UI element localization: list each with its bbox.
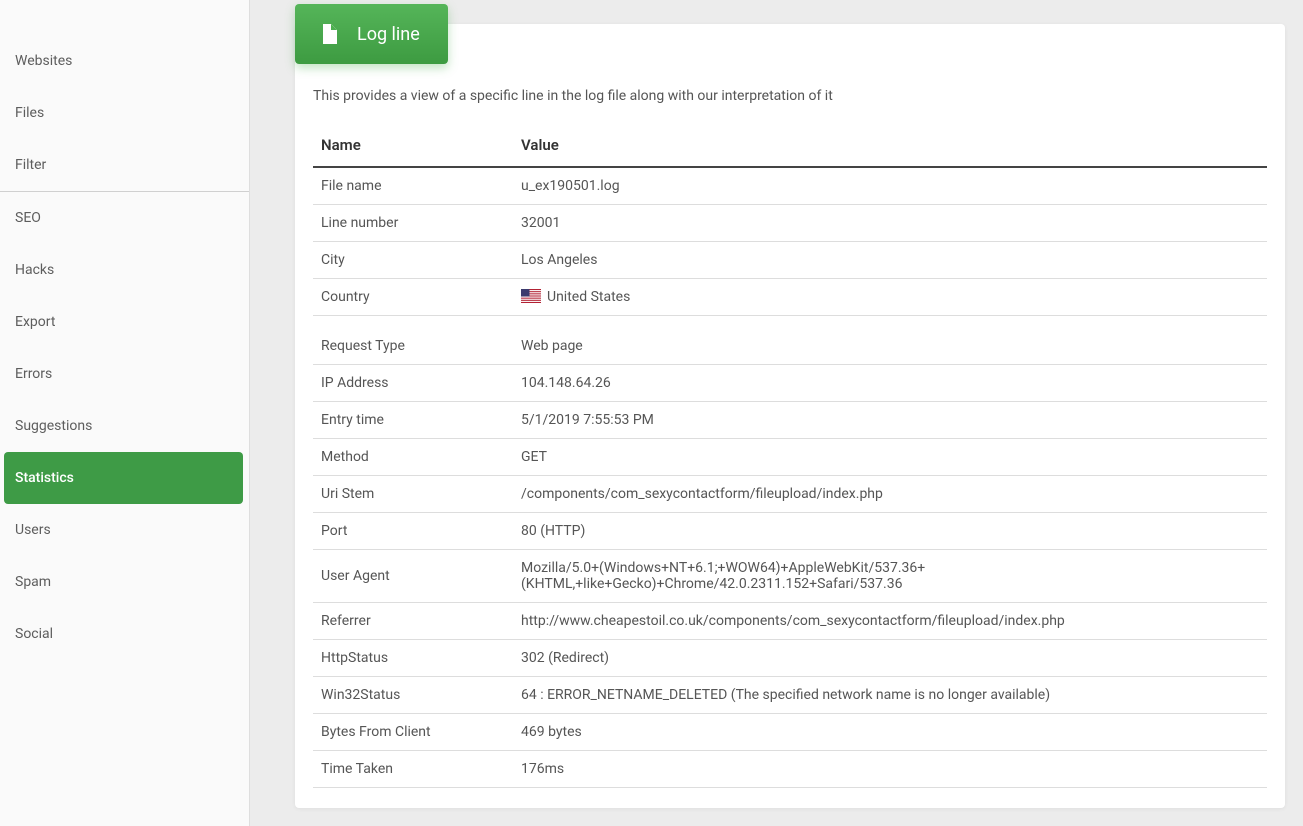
table-row: Country United States (313, 279, 1267, 316)
sidebar-item-label: Users (15, 522, 51, 538)
row-value: 302 (Redirect) (513, 639, 1267, 676)
sidebar-item-suggestions[interactable]: Suggestions (0, 400, 249, 452)
sidebar-item-label: Filter (15, 157, 46, 173)
table-row: IP Address104.148.64.26 (313, 364, 1267, 401)
sidebar: Websites Files Filter SEO Hacks Export Errors S… (0, 0, 250, 826)
row-name: Win32Status (313, 676, 513, 713)
row-value: /components/com_sexycontactform/fileuplo… (513, 475, 1267, 512)
sidebar-item-label: Spam (15, 574, 51, 590)
row-value: Los Angeles (513, 242, 1267, 279)
row-value: 64 : ERROR_NETNAME_DELETED (The specifie… (513, 676, 1267, 713)
row-value: 80 (HTTP) (513, 512, 1267, 549)
row-name: IP Address (313, 364, 513, 401)
table-row: Bytes From Client469 bytes (313, 713, 1267, 750)
sidebar-item-seo[interactable]: SEO (0, 192, 249, 244)
row-value: United States (513, 279, 1267, 316)
row-name: Request Type (313, 328, 513, 365)
sidebar-item-filter[interactable]: Filter (0, 139, 249, 191)
sidebar-item-label: Files (15, 105, 44, 121)
flag-us-icon (521, 289, 541, 303)
row-name: Uri Stem (313, 475, 513, 512)
sidebar-item-label: Suggestions (15, 418, 92, 434)
sidebar-item-label: Statistics (15, 470, 74, 486)
sidebar-item-label: Hacks (15, 262, 54, 278)
table-row: Time Taken176ms (313, 750, 1267, 787)
sidebar-item-spam[interactable]: Spam (0, 556, 249, 608)
table-row: CityLos Angeles (313, 242, 1267, 279)
sidebar-item-label: Errors (15, 366, 52, 382)
row-value: GET (513, 438, 1267, 475)
table-row: Entry time5/1/2019 7:55:53 PM (313, 401, 1267, 438)
sidebar-item-label: SEO (15, 210, 41, 226)
row-name: Country (313, 279, 513, 316)
card-header: Log line (295, 4, 448, 64)
sidebar-item-social[interactable]: Social (0, 608, 249, 660)
table-row: Uri Stem/components/com_sexycontactform/… (313, 475, 1267, 512)
row-value-text: United States (547, 289, 630, 305)
file-icon (317, 22, 341, 46)
table-row: User AgentMozilla/5.0+(Windows+NT+6.1;+W… (313, 549, 1267, 602)
table-row: MethodGET (313, 438, 1267, 475)
row-name: File name (313, 167, 513, 205)
card-title: Log line (357, 24, 420, 45)
card-description: This provides a view of a specific line … (313, 88, 1267, 104)
row-value: 5/1/2019 7:55:53 PM (513, 401, 1267, 438)
table-row: Port80 (HTTP) (313, 512, 1267, 549)
row-name: Referrer (313, 602, 513, 639)
main-content: Log line This provides a view of a speci… (250, 0, 1303, 826)
table-row: Referrerhttp://www.cheapestoil.co.uk/com… (313, 602, 1267, 639)
row-name: HttpStatus (313, 639, 513, 676)
spacer-cell (313, 316, 1267, 328)
table-spacer (313, 316, 1267, 328)
app-root: Websites Files Filter SEO Hacks Export Errors S… (0, 0, 1303, 826)
sidebar-item-files[interactable]: Files (0, 87, 249, 139)
card-body: This provides a view of a specific line … (295, 24, 1285, 808)
sidebar-item-statistics[interactable]: Statistics (4, 452, 243, 504)
sidebar-item-hacks[interactable]: Hacks (0, 244, 249, 296)
log-table: Name Value File nameu_ex190501.logLine n… (313, 124, 1267, 788)
row-name: User Agent (313, 549, 513, 602)
sidebar-item-label: Websites (15, 53, 72, 69)
sidebar-item-export[interactable]: Export (0, 296, 249, 348)
row-name: Entry time (313, 401, 513, 438)
column-name: Name (313, 124, 513, 167)
column-value: Value (513, 124, 1267, 167)
sidebar-item-errors[interactable]: Errors (0, 348, 249, 400)
row-value: 104.148.64.26 (513, 364, 1267, 401)
sidebar-item-label: Social (15, 626, 53, 642)
table-row: File nameu_ex190501.log (313, 167, 1267, 205)
table-row: Line number32001 (313, 205, 1267, 242)
table-row: Win32Status64 : ERROR_NETNAME_DELETED (T… (313, 676, 1267, 713)
sidebar-item-label: Export (15, 314, 55, 330)
row-name: Method (313, 438, 513, 475)
row-value: Mozilla/5.0+(Windows+NT+6.1;+WOW64)+Appl… (513, 549, 1267, 602)
table-row: Request TypeWeb page (313, 328, 1267, 365)
row-name: City (313, 242, 513, 279)
row-value: Web page (513, 328, 1267, 365)
row-value: 176ms (513, 750, 1267, 787)
row-name: Line number (313, 205, 513, 242)
row-name: Time Taken (313, 750, 513, 787)
row-value: 32001 (513, 205, 1267, 242)
row-name: Port (313, 512, 513, 549)
row-name: Bytes From Client (313, 713, 513, 750)
sidebar-item-websites[interactable]: Websites (0, 35, 249, 87)
row-value: 469 bytes (513, 713, 1267, 750)
table-row: HttpStatus302 (Redirect) (313, 639, 1267, 676)
row-value: http://www.cheapestoil.co.uk/components/… (513, 602, 1267, 639)
row-value: u_ex190501.log (513, 167, 1267, 205)
sidebar-item-users[interactable]: Users (0, 504, 249, 556)
